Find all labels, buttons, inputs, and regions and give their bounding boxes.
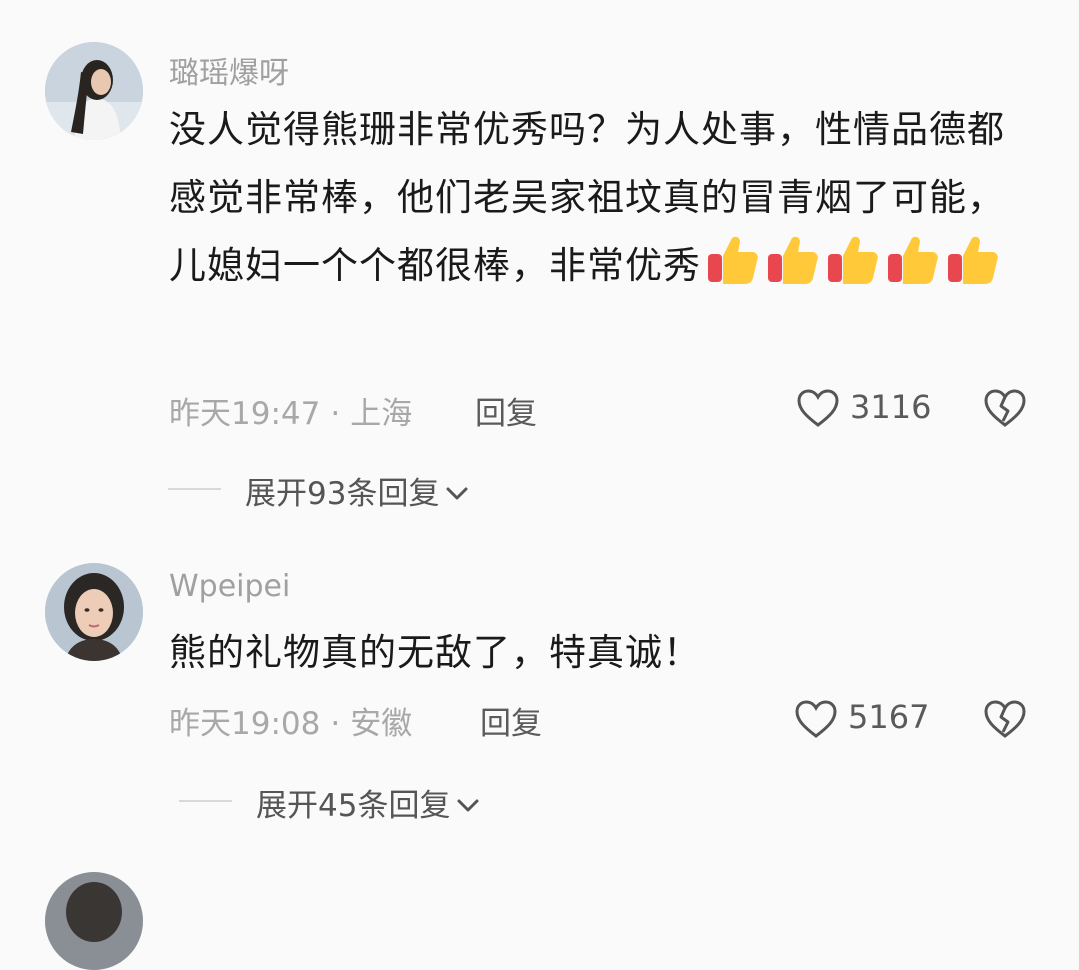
divider: [179, 800, 232, 802]
location: 安徽: [350, 706, 413, 742]
comment-text: 没人觉得熊珊非常优秀吗？为人处事，性情品德都感觉非常棒，他们老吴家祖坟真的冒青烟…: [169, 96, 1039, 310]
meta-separator: ·: [330, 396, 341, 432]
reply-button[interactable]: 回复: [480, 698, 542, 743]
thumbs-up-emoji: [705, 232, 761, 310]
comment-text: 熊的礼物真的无敌了，特真诚！: [169, 619, 1039, 687]
comment-meta: 昨天19:08 · 安徽: [169, 698, 412, 743]
thumbs-up-emoji: [945, 232, 1001, 310]
location: 上海: [350, 396, 413, 432]
avatar[interactable]: [45, 42, 143, 140]
expand-replies-button[interactable]: 展开93条回复: [245, 468, 469, 513]
meta-separator: ·: [330, 706, 341, 742]
timestamp: 昨天19:47: [169, 396, 321, 432]
thumbs-up-emoji: [825, 232, 881, 310]
chevron-down-icon: [457, 799, 479, 812]
divider: [168, 488, 221, 490]
thumbs-up-emoji: [765, 232, 821, 310]
comment-item: 璐瑶爆呀 没人觉得熊珊非常优秀吗？为人处事，性情品德都感觉非常棒，他们老吴家祖坟…: [0, 0, 1079, 540]
comment-meta: 昨天19:47 · 上海: [169, 388, 412, 433]
expand-replies-button[interactable]: 展开45条回复: [256, 780, 480, 825]
chevron-down-icon: [446, 487, 468, 500]
broken-heart-icon[interactable]: [983, 699, 1027, 739]
like-count: 3116: [850, 388, 932, 426]
username[interactable]: 璐瑶爆呀: [169, 48, 289, 92]
avatar[interactable]: [45, 872, 143, 970]
comment-item: [0, 840, 1079, 970]
expand-replies-label: 展开45条回复: [256, 788, 451, 824]
reply-button[interactable]: 回复: [475, 388, 537, 433]
heart-outline-icon[interactable]: [794, 699, 838, 739]
comment-body: 熊的礼物真的无敌了，特真诚！: [169, 631, 701, 674]
timestamp: 昨天19:08: [169, 706, 321, 742]
expand-replies-label: 展开93条回复: [245, 476, 440, 512]
avatar[interactable]: [45, 563, 143, 661]
thumbs-up-emoji: [885, 232, 941, 310]
broken-heart-icon[interactable]: [983, 388, 1027, 428]
username[interactable]: Wpeipei: [169, 569, 290, 604]
comment-item: Wpeipei 熊的礼物真的无敌了，特真诚！ 昨天19:08 · 安徽 回复 516…: [0, 540, 1079, 840]
heart-outline-icon[interactable]: [796, 388, 840, 428]
like-count: 5167: [848, 698, 930, 736]
